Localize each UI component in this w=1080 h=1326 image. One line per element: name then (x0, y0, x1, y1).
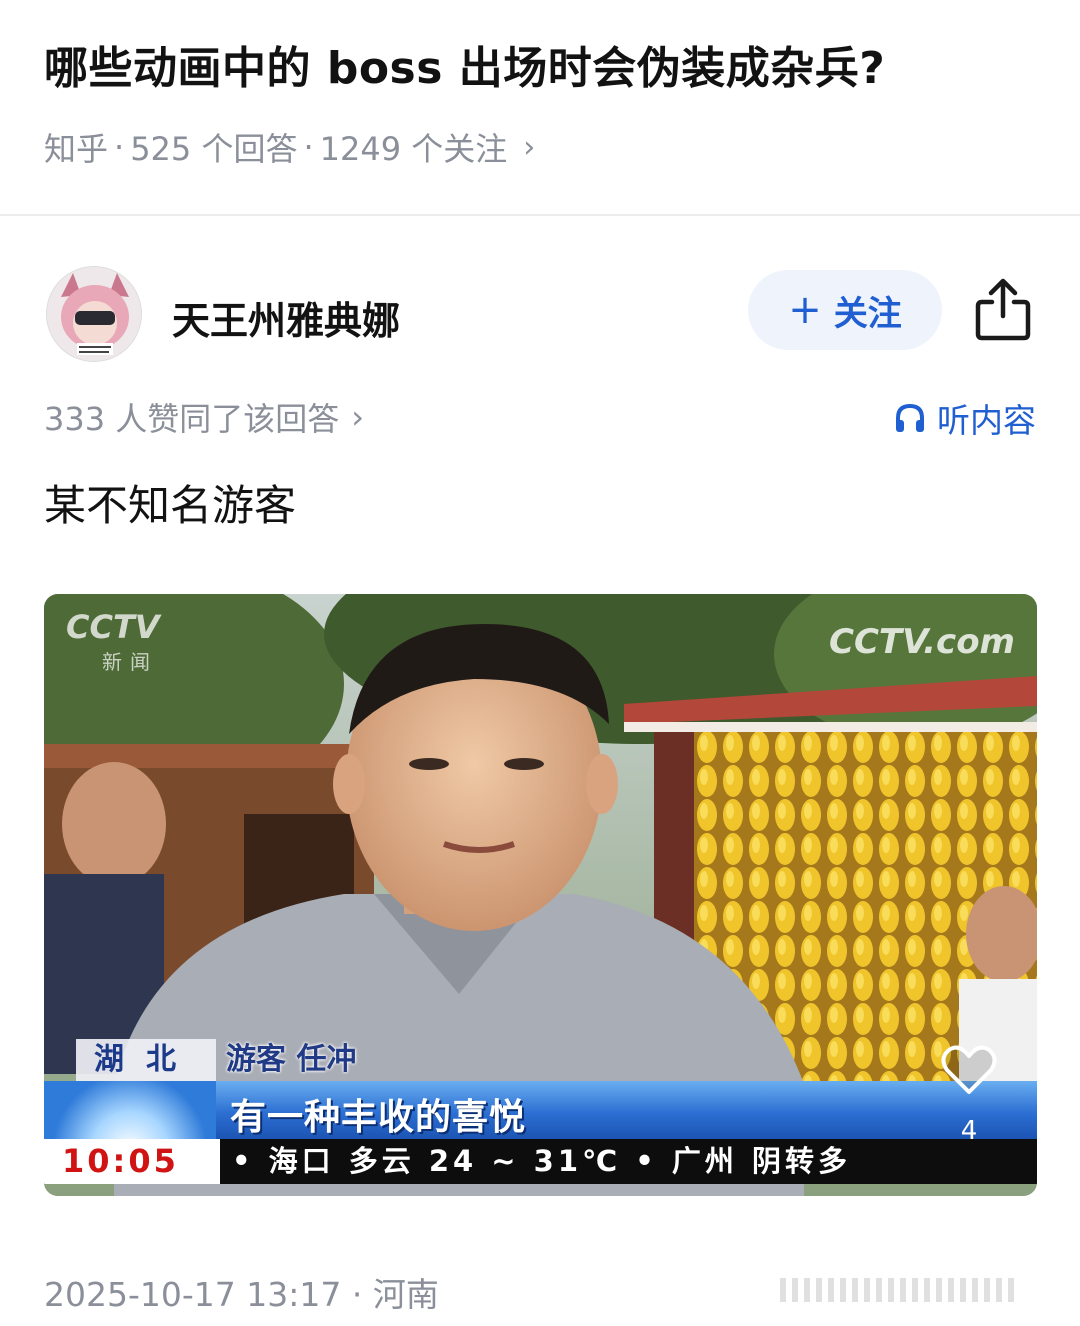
watermark-bars (780, 1278, 1050, 1302)
question-header: 哪些动画中的 boss 出场时会伪装成杂兵? 知乎 · 525 个回答 · 12… (0, 0, 1080, 216)
avatar[interactable] (46, 266, 142, 362)
question-title[interactable]: 哪些动画中的 boss 出场时会伪装成杂兵? (44, 32, 885, 96)
answer-date-location: 2025-10-17 13:17 · 河南 (44, 1275, 439, 1314)
chevron-right-icon: › (523, 129, 536, 165)
question-meta[interactable]: 知乎 · 525 个回答 · 1249 个关注 › (44, 124, 535, 170)
image-like-count: 4 (960, 1116, 978, 1146)
listen-button[interactable]: 听内容 (893, 394, 1036, 442)
ticker-clock: 10:05 (44, 1139, 220, 1184)
author-name[interactable]: 天王州雅典娜 (172, 290, 400, 345)
listen-label: 听内容 (937, 401, 1036, 440)
avatar-image (47, 267, 141, 361)
ticker-headline: 有一种丰收的喜悦 (230, 1097, 527, 1138)
ticker-weather: • 海口 多云 24 ~ 31℃ • 广州 阴转多 (232, 1144, 851, 1178)
location-tag: 湖北 (76, 1039, 216, 1081)
cctv-news-label: 新闻 (102, 650, 158, 674)
headphones-icon (896, 403, 924, 432)
likes-summary[interactable]: 333 人赞同了该回答 › (44, 394, 364, 440)
meta-separator: · (114, 128, 125, 166)
follow-label: 关注 (833, 293, 902, 334)
answer-text: 某不知名游客 (44, 481, 297, 530)
plus-icon: + (788, 287, 822, 333)
heart-icon (941, 1045, 997, 1094)
chevron-right-icon: › (351, 398, 365, 436)
share-icon[interactable] (972, 276, 1034, 342)
globe-graphic (44, 1081, 216, 1139)
meta-separator: · (303, 128, 314, 166)
follower-count: 1249 个关注 (319, 130, 508, 168)
caption-tags: 湖北 游客 任冲 (76, 1039, 356, 1081)
answer-image[interactable]: CCTV 新闻 CCTV.com 湖北 游客 任冲 有一种丰收的喜悦 10:05… (44, 594, 1037, 1196)
cctv-logo: CCTV (66, 608, 160, 646)
follow-button[interactable]: + 关注 (748, 270, 942, 350)
likes-text: 333 人赞同了该回答 (44, 400, 340, 438)
image-like-button[interactable]: 4 (934, 1044, 1004, 1164)
person-tag: 游客 任冲 (226, 1042, 357, 1077)
source-label: 知乎 (44, 130, 109, 168)
cctv-watermark: CCTV.com (829, 622, 1015, 662)
answer-count: 525 个回答 (130, 130, 298, 168)
author-row: 天王州雅典娜 + 关注 (0, 262, 1080, 362)
section-divider (0, 214, 1080, 216)
